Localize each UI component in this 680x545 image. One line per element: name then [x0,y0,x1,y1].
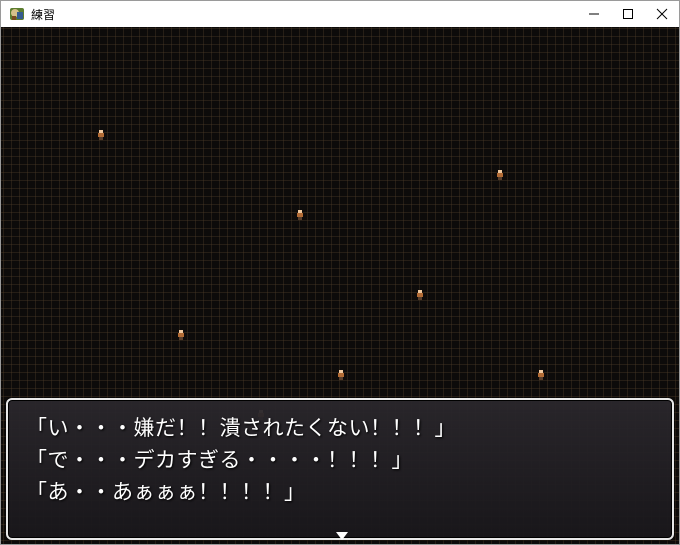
close-icon [656,8,668,20]
close-button[interactable] [645,1,679,27]
window-controls [577,1,679,27]
tiny-character [297,210,303,220]
minimize-button[interactable] [577,1,611,27]
dialog-line: 「あ・・あぁぁぁ！！！！」 [26,480,306,504]
game-window: 練習 「い・・・嫌だ！！潰されたくない！！！」 「で・・・デカすぎる・・・・！！… [0,0,680,545]
tiny-character [338,370,344,380]
tiny-character [497,170,503,180]
tiny-character [98,130,104,140]
maximize-button[interactable] [611,1,645,27]
dialog-line: 「い・・・嫌だ！！潰されたくない！！！」 [26,416,456,440]
game-screen[interactable]: 「い・・・嫌だ！！潰されたくない！！！」 「で・・・デカすぎる・・・・！！！」 … [1,27,679,544]
app-icon [10,8,24,20]
maximize-icon [623,9,633,19]
minimize-icon [589,13,599,15]
title-bar[interactable]: 練習 [1,1,679,27]
message-window[interactable]: 「い・・・嫌だ！！潰されたくない！！！」 「で・・・デカすぎる・・・・！！！」 … [6,398,674,540]
tiny-character [417,290,423,300]
tiny-character [538,370,544,380]
dialog-line: 「で・・・デカすぎる・・・・！！！」 [26,448,413,472]
down-triangle-icon [336,532,348,540]
window-title: 練習 [31,7,56,22]
tiny-character [178,330,184,340]
